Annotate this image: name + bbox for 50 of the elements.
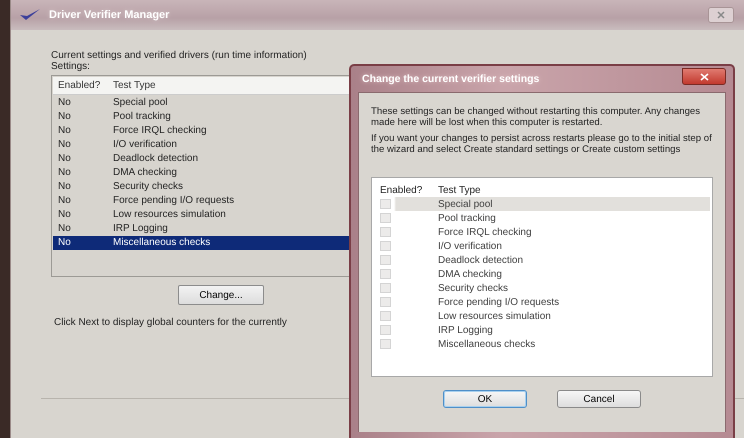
test-type: IRP Logging [438, 324, 493, 336]
info-text: These settings can be changed without restarting this computer. Any changes made here will be lost when this computer is restarted. [371, 107, 702, 128]
test-type: Pool tracking [438, 212, 496, 224]
test-type: Deadlock detection [113, 152, 200, 164]
test-type: Low resources simulation [438, 310, 551, 322]
test-type: DMA checking [113, 167, 178, 178]
test-type: Security checks [113, 181, 184, 192]
enabled-value: No [57, 209, 72, 220]
enabled-value: No [57, 195, 72, 206]
test-type: Miscellaneous checks [113, 237, 212, 248]
enabled-value: No [57, 110, 72, 122]
test-type: Pool tracking [113, 110, 172, 122]
window-title: Driver Verifier Manager [49, 9, 170, 21]
enabled-value: No [57, 124, 72, 136]
test-type: Force pending I/O requests [113, 195, 236, 206]
test-type: Force IRQL checking [113, 124, 208, 136]
test-type: IRP Logging [113, 223, 169, 234]
enabled-value: No [57, 138, 72, 150]
test-type: Low resources simulation [113, 209, 227, 220]
test-type: Force IRQL checking [438, 226, 532, 238]
section-caption: Current settings and verified drivers (run time information) [51, 50, 308, 61]
enabled-value: No [57, 181, 72, 192]
test-type: Force pending I/O requests [438, 296, 560, 308]
test-type: Special pool [438, 198, 492, 210]
dialog-button[interactable]: Cancel [557, 390, 641, 408]
test-type: I/O verification [113, 138, 178, 150]
test-type: I/O verification [438, 240, 502, 252]
enabled-value: No [57, 152, 72, 164]
enabled-value: No [57, 237, 72, 248]
test-type: DMA checking [438, 268, 502, 280]
close-icon [700, 72, 708, 80]
settings-label: Settings: [51, 61, 91, 72]
column-header[interactable]: Enabled? [53, 80, 113, 91]
dialog-button[interactable]: OK [443, 390, 527, 408]
close-icon [717, 11, 725, 19]
enabled-value: No [57, 167, 72, 178]
info-text: If you want your changes to persist across restarts please go to the initial step of the wizard and select Create standard settings or Create custom settings [371, 134, 713, 155]
test-type: Miscellaneous checks [438, 338, 536, 350]
test-type: Special pool [113, 96, 168, 108]
enabled-value: No [57, 223, 72, 234]
dialog-title: Change the current verifier settings [361, 73, 540, 85]
enabled-value: No [57, 96, 72, 108]
column-header[interactable]: Enabled? [374, 184, 438, 196]
test-type: Deadlock detection [438, 254, 524, 266]
test-type: Security checks [438, 282, 508, 294]
close-button[interactable] [682, 68, 726, 85]
column-header[interactable]: Test Type [438, 184, 481, 196]
hint-text: Click Next to display global counters for the currently [54, 317, 288, 328]
checkmark-icon [19, 8, 41, 22]
change-button[interactable]: Change... [178, 285, 264, 305]
